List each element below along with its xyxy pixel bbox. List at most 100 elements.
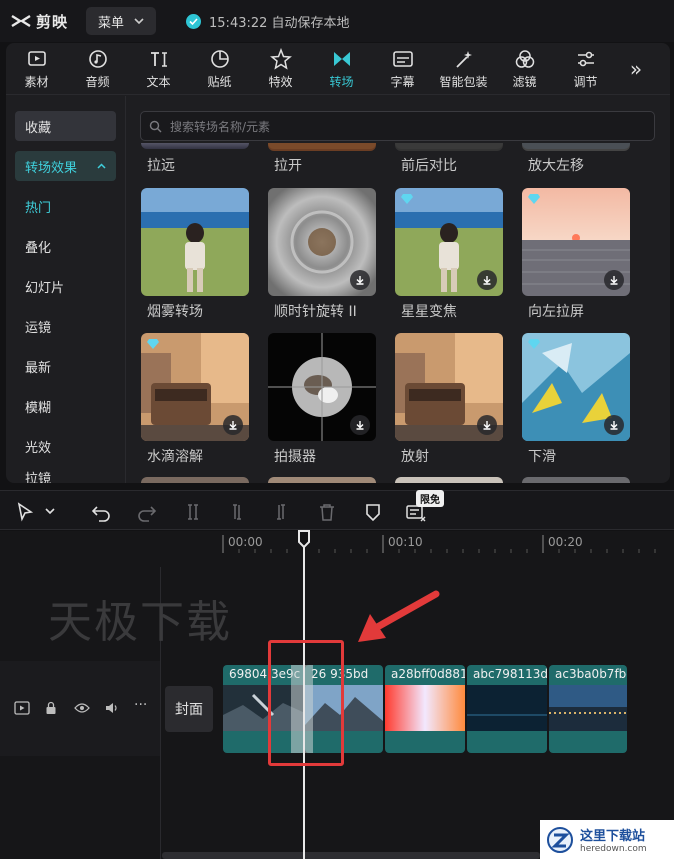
download-icon[interactable] xyxy=(223,415,243,435)
search-box[interactable]: 搜索转场名称/元素 xyxy=(140,111,655,141)
redo-icon[interactable] xyxy=(136,501,158,523)
sidebar-item-label: 最新 xyxy=(25,360,52,376)
sidebar-item-label: 热门 xyxy=(25,200,52,216)
download-icon[interactable] xyxy=(350,415,370,435)
undo-icon[interactable] xyxy=(90,501,112,523)
effects-icon xyxy=(269,47,292,70)
sidebar-item-label: 叠化 xyxy=(25,240,52,256)
download-icon[interactable] xyxy=(477,415,497,435)
eye-icon[interactable] xyxy=(74,702,90,714)
text-icon xyxy=(150,51,167,67)
tab-filter[interactable]: 滤镜 xyxy=(494,43,555,95)
sidebar-item-label: 运镜 xyxy=(25,320,52,336)
search-icon xyxy=(149,120,162,132)
timeline-clip[interactable]: abc798113d xyxy=(467,665,547,753)
capcut-logo-icon xyxy=(11,14,31,28)
timeline-toolbar xyxy=(0,490,674,530)
tab-text[interactable]: 文本 xyxy=(128,43,189,95)
sidebar-item-transition-effects[interactable]: 转场效果 xyxy=(15,151,116,181)
transition-grid: 拉远 拉开 前后对比 放大左移 烟雾转场 顺时针旋转 II 星星变焦 向左拉屏 … xyxy=(134,143,670,483)
autosave-status: 15:43:22 自动保存本地 xyxy=(186,12,350,31)
ruler-label: 00:10 xyxy=(388,535,423,549)
tab-sticker[interactable]: 贴纸 xyxy=(189,43,250,95)
sidebar-item-label: 拉镜 xyxy=(25,472,52,483)
check-icon xyxy=(186,13,202,29)
download-icon[interactable] xyxy=(350,270,370,290)
chevron-down-icon[interactable] xyxy=(44,505,56,517)
transition-name: 拍摄器 xyxy=(274,449,316,465)
tab-label: 调节 xyxy=(573,74,598,89)
ruler-ticks xyxy=(222,535,656,553)
playhead-handle-icon[interactable] xyxy=(297,530,311,548)
chevron-down-icon xyxy=(134,18,144,25)
timeline-clip[interactable]: ac3ba0b7fbc xyxy=(549,665,627,753)
lock-icon[interactable] xyxy=(45,701,57,715)
delete-icon[interactable] xyxy=(316,501,338,523)
adjust-icon xyxy=(577,51,594,66)
tile-edge xyxy=(141,143,249,149)
ruler-label: 00:00 xyxy=(228,535,263,549)
tab-label: 滤镜 xyxy=(512,74,537,89)
transition-tile-radial[interactable] xyxy=(395,333,503,441)
volume-icon[interactable] xyxy=(104,701,120,715)
transition-tile-star-zoom[interactable] xyxy=(395,188,503,296)
sidebar-item-hot[interactable]: 热门 xyxy=(15,191,116,221)
sticker-icon xyxy=(210,49,229,68)
sidebar-item-light[interactable]: 光效 xyxy=(15,431,116,461)
more-tabs-button[interactable]: » xyxy=(616,43,656,95)
sidebar-item-blur[interactable]: 模糊 xyxy=(15,391,116,421)
tab-effects[interactable]: 特效 xyxy=(250,43,311,95)
horizontal-scrollbar[interactable] xyxy=(162,852,540,859)
split-left-icon[interactable] xyxy=(226,501,248,523)
transition-tile-clockwise-spin[interactable] xyxy=(268,188,376,296)
download-icon[interactable] xyxy=(604,415,624,435)
clip-thumbnail xyxy=(467,685,547,731)
tab-label: 智能包装 xyxy=(439,74,488,89)
sidebar-item-favorites[interactable]: 收藏 xyxy=(15,111,116,141)
transition-tile-pull-left[interactable] xyxy=(522,188,630,296)
tab-audio[interactable]: 音频 xyxy=(67,43,128,95)
sidebar-item-label: 幻灯片 xyxy=(25,280,65,296)
sidebar-item-slideshow[interactable]: 幻灯片 xyxy=(15,271,116,301)
cursor-icon[interactable] xyxy=(14,501,36,523)
transition-tile-smoke[interactable] xyxy=(141,188,249,296)
sidebar-item-latest[interactable]: 最新 xyxy=(15,351,116,381)
split-right-icon[interactable] xyxy=(270,501,292,523)
more-options-icon[interactable]: ··· xyxy=(134,697,147,713)
transition-tile-camera[interactable] xyxy=(268,333,376,441)
tile-edge xyxy=(395,143,503,149)
free-badge: 限免 xyxy=(416,490,444,507)
sidebar-item-zoom[interactable]: 拉镜 xyxy=(15,468,116,483)
main-track-header: ··· xyxy=(0,661,160,756)
timeline-clip[interactable]: a28bff0d881 xyxy=(385,665,465,753)
marker-icon[interactable] xyxy=(362,501,384,523)
app-window: 剪映 菜单 15:43:22 自动保存本地 素材 音频 文本 贴纸 特效 转场 … xyxy=(0,0,674,859)
vip-diamond-icon xyxy=(401,194,413,204)
tab-label: 贴纸 xyxy=(207,74,232,89)
transition-tile-water-dissolve[interactable] xyxy=(141,333,249,441)
red-arrow-icon xyxy=(358,590,440,642)
sidebar-item-camera-move[interactable]: 运镜 xyxy=(15,311,116,341)
tab-label: 素材 xyxy=(24,74,49,89)
tab-adjust[interactable]: 调节 xyxy=(555,43,616,95)
download-icon[interactable] xyxy=(604,270,624,290)
video-track-icon[interactable] xyxy=(14,701,30,715)
split-icon[interactable] xyxy=(182,501,204,523)
chevron-up-icon xyxy=(97,163,106,169)
audio-icon xyxy=(88,49,107,68)
tab-label: 特效 xyxy=(268,74,293,89)
download-icon[interactable] xyxy=(477,270,497,290)
tile-edge xyxy=(522,143,630,149)
tab-smart-pack[interactable]: 智能包装 xyxy=(433,43,494,95)
cover-label: 封面 xyxy=(175,702,203,718)
tab-label: 文本 xyxy=(146,74,171,89)
tab-subtitle[interactable]: 字幕 xyxy=(372,43,433,95)
tab-transition[interactable]: 转场 xyxy=(311,43,372,95)
ruler-label: 00:20 xyxy=(548,535,583,549)
sidebar-item-dissolve[interactable]: 叠化 xyxy=(15,231,116,261)
menu-button[interactable]: 菜单 xyxy=(86,7,157,35)
vip-diamond-icon xyxy=(528,194,540,204)
cover-button[interactable]: 封面 xyxy=(165,686,213,732)
transition-tile-slide-down[interactable] xyxy=(522,333,630,441)
tab-media[interactable]: 素材 xyxy=(6,43,67,95)
